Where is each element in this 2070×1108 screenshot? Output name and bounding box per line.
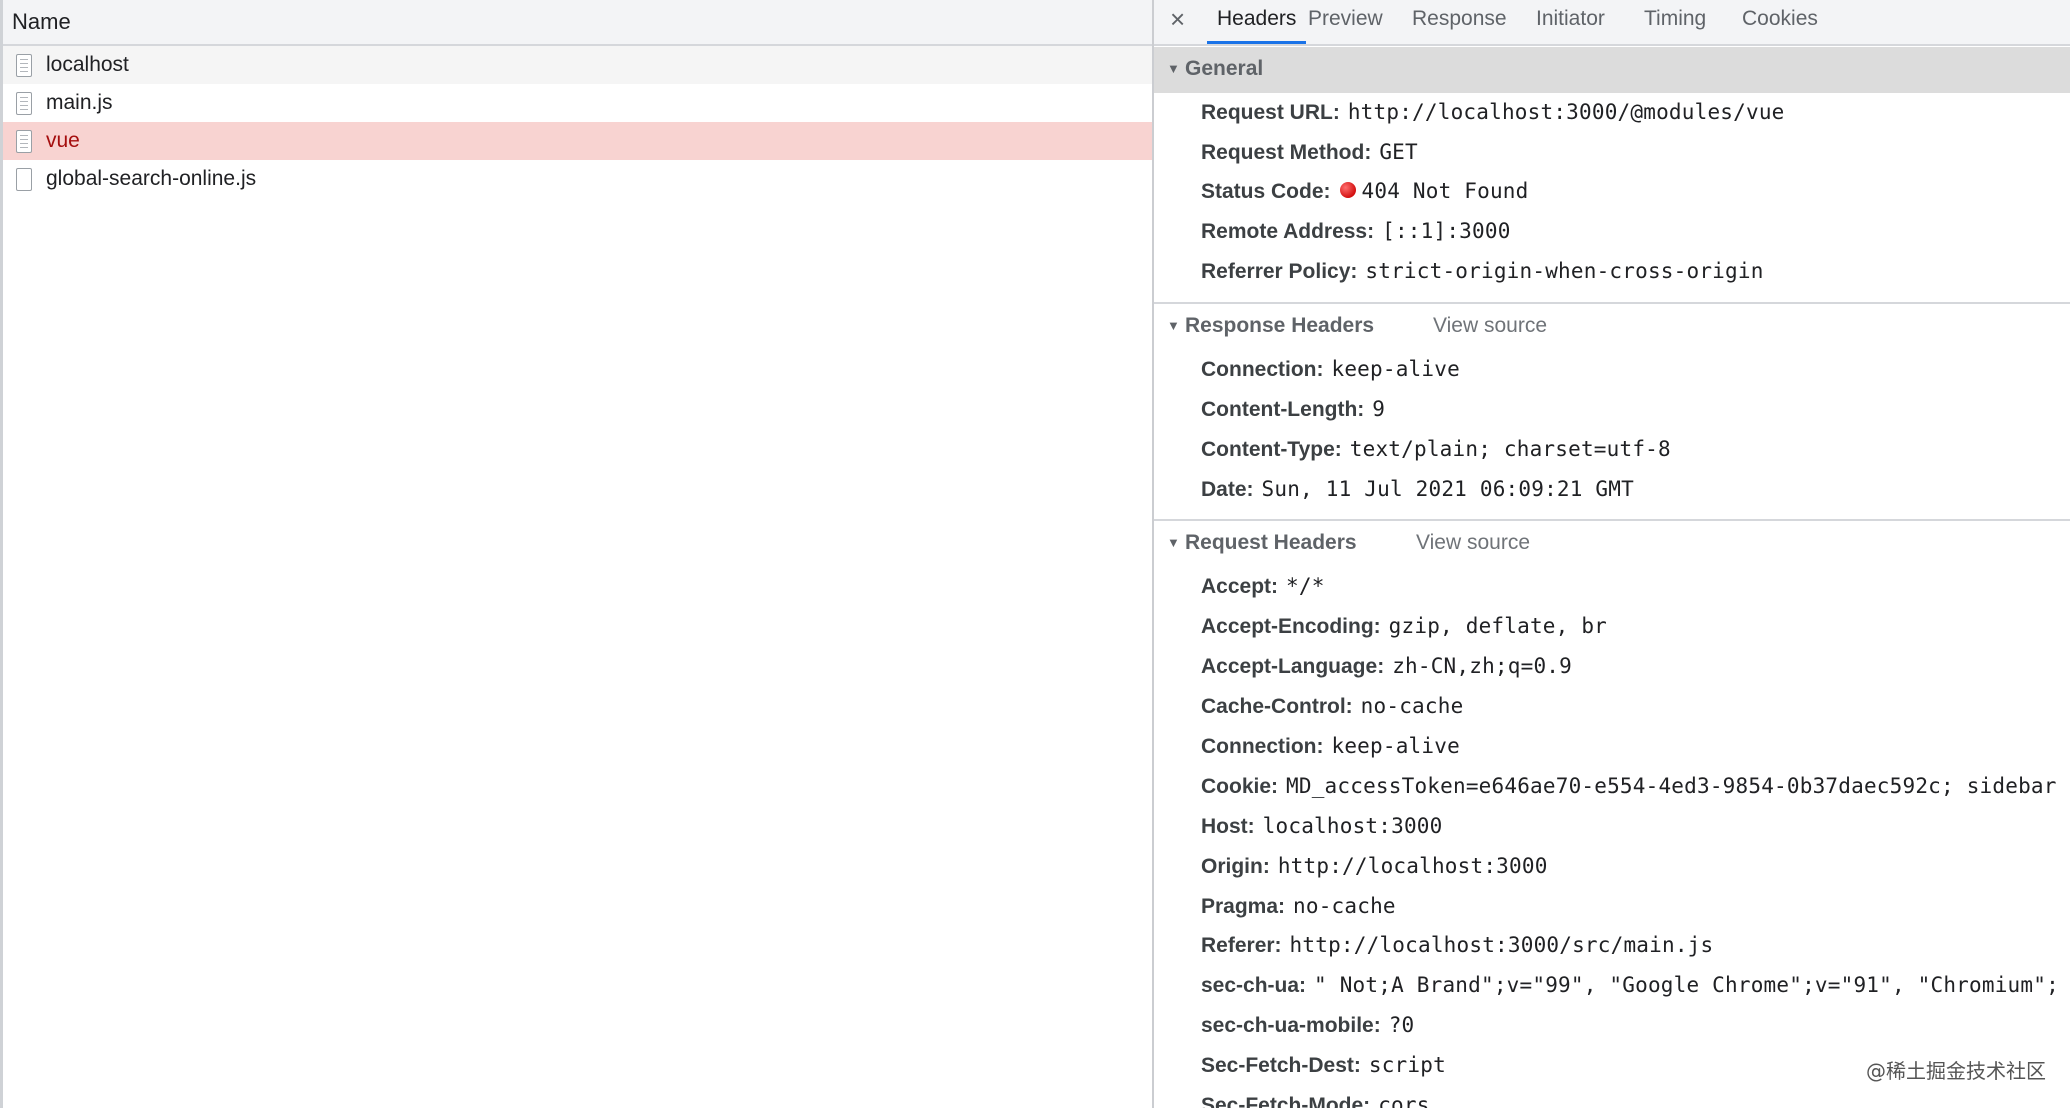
request-name: localhost xyxy=(46,53,129,76)
section-title: Request Headers xyxy=(1185,531,1357,554)
status-error-dot-icon xyxy=(1339,182,1356,198)
response-header-row: Connection: keep-alive xyxy=(1201,357,1460,381)
triangle-down-icon: ▼ xyxy=(1167,61,1180,76)
triangle-down-icon: ▼ xyxy=(1167,535,1180,550)
request-header-row: Pragma: no-cache xyxy=(1201,894,1396,918)
request-headers-section-header[interactable]: ▼ Request Headers View source xyxy=(1154,521,2070,567)
triangle-down-icon: ▼ xyxy=(1167,318,1180,333)
view-source-link[interactable]: View source xyxy=(1433,304,1547,348)
tab-response[interactable]: Response xyxy=(1412,0,1507,44)
request-header-row: Referer: http://localhost:3000/src/main.j… xyxy=(1201,933,1714,957)
request-header-row: sec-ch-ua: " Not;A Brand";v="99", "Google… xyxy=(1201,973,2059,997)
general-request-url: Request URL: http://localhost:3000/@modul… xyxy=(1201,100,1785,124)
request-header-row: Connection: keep-alive xyxy=(1201,734,1460,758)
request-rows: localhost main.js vue global-search-onli… xyxy=(3,46,1152,198)
request-header-row: Accept: */* xyxy=(1201,574,1325,598)
watermark: @稀土掘金技术社区 xyxy=(1866,1059,2046,1083)
request-row-localhost[interactable]: localhost xyxy=(3,46,1152,84)
request-details-panel: × Headers Preview Response Initiator Tim… xyxy=(1154,0,2070,1108)
section-title: Response Headers xyxy=(1185,314,1375,337)
request-header-row: sec-ch-ua-mobile: ?0 xyxy=(1201,1013,1415,1037)
request-header-row: Sec-Fetch-Dest: script xyxy=(1201,1053,1446,1077)
tab-cookies[interactable]: Cookies xyxy=(1742,0,1818,44)
request-header-row: Host: localhost:3000 xyxy=(1201,814,1443,838)
request-header-row: Sec-Fetch-Mode: cors xyxy=(1201,1093,1430,1108)
details-tab-bar: × Headers Preview Response Initiator Tim… xyxy=(1154,0,2070,46)
general-request-method: Request Method: GET xyxy=(1201,140,1418,164)
close-icon[interactable]: × xyxy=(1170,4,1185,35)
request-row-global-search-online-js[interactable]: global-search-online.js xyxy=(3,160,1152,198)
request-list-panel: Name localhost main.js vue global-search… xyxy=(0,0,1154,1108)
request-row-main-js[interactable]: main.js xyxy=(3,84,1152,122)
document-icon xyxy=(16,53,32,77)
response-header-row: Date: Sun, 11 Jul 2021 06:09:21 GMT xyxy=(1201,477,1634,501)
blank-file-icon xyxy=(16,167,32,191)
tab-timing[interactable]: Timing xyxy=(1644,0,1706,44)
tab-preview[interactable]: Preview xyxy=(1308,0,1383,44)
request-name: main.js xyxy=(46,91,113,114)
tab-headers[interactable]: Headers xyxy=(1206,0,1307,44)
request-header-row: Cache-Control: no-cache xyxy=(1201,694,1464,718)
view-source-link[interactable]: View source xyxy=(1416,521,1530,565)
request-name: global-search-online.js xyxy=(46,167,257,190)
request-header-row: Accept-Language: zh-CN,zh;q=0.9 xyxy=(1201,654,1572,678)
tab-initiator[interactable]: Initiator xyxy=(1536,0,1605,44)
request-name: vue xyxy=(46,129,80,152)
request-header-row: Origin: http://localhost:3000 xyxy=(1201,854,1548,878)
request-header-row: Cookie: MD_accessToken=e646ae70-e554-4ed3… xyxy=(1201,774,2057,798)
general-referrer-policy: Referrer Policy: strict-origin-when-cross… xyxy=(1201,259,1764,283)
general-section-header[interactable]: ▼ General xyxy=(1154,47,2070,93)
response-header-row: Content-Type: text/plain; charset=utf-8 xyxy=(1201,437,1671,461)
response-header-row: Content-Length: 9 xyxy=(1201,397,1386,421)
request-header-row: Accept-Encoding: gzip, deflate, br xyxy=(1201,614,1608,638)
section-title: General xyxy=(1185,57,1264,80)
general-status-code: Status Code: 404 Not Found xyxy=(1201,179,1529,203)
response-headers-section-header[interactable]: ▼ Response Headers View source xyxy=(1154,304,2070,350)
general-remote-address: Remote Address: [::1]:3000 xyxy=(1201,219,1511,243)
name-column-header[interactable]: Name xyxy=(3,0,1152,46)
document-icon xyxy=(16,91,32,115)
request-row-vue[interactable]: vue xyxy=(3,122,1152,160)
document-icon xyxy=(16,129,32,153)
